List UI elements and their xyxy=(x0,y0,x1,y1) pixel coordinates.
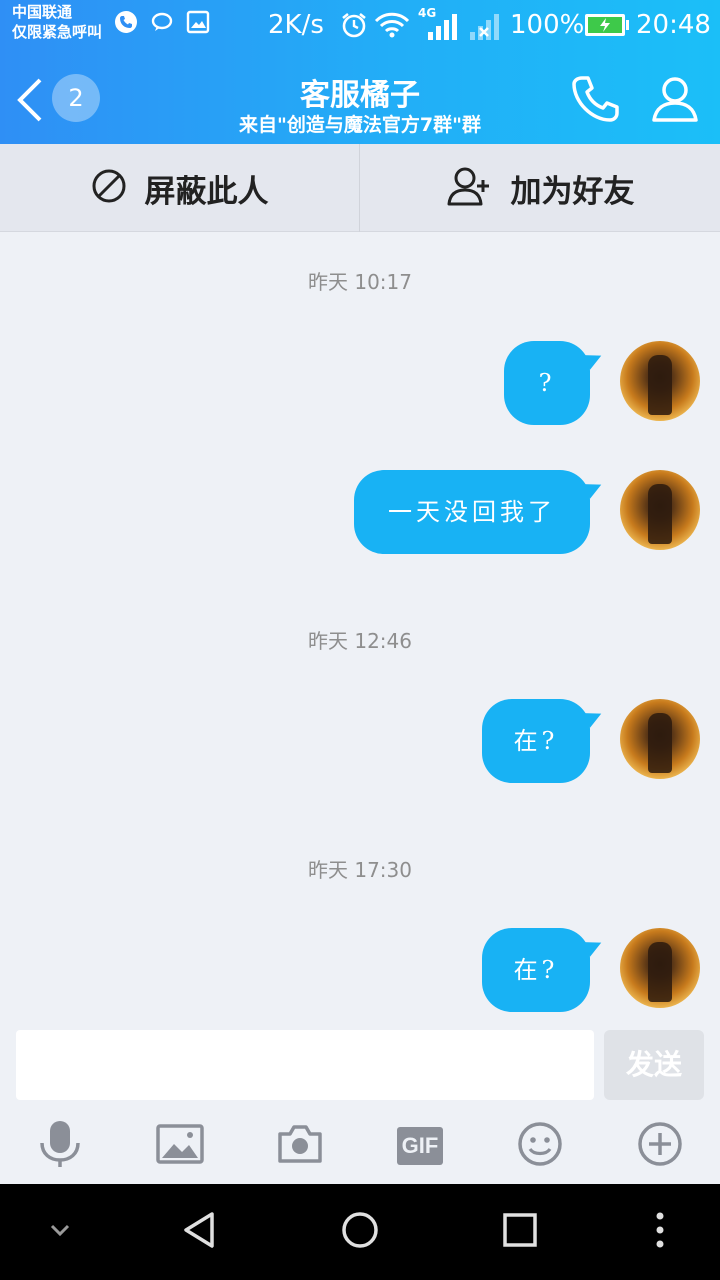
person-icon xyxy=(648,77,702,130)
emoji-icon xyxy=(517,1121,563,1171)
chat-notification-icon xyxy=(150,10,174,38)
nav-recents-button[interactable] xyxy=(496,1208,544,1256)
block-user-label: 屏蔽此人 xyxy=(144,173,269,210)
chat-area[interactable]: 昨天 10:17 ? 一天没回我了 昨天 12:46 在? 昨天 17:30 在… xyxy=(0,232,720,1026)
chevron-down-icon xyxy=(48,1222,72,1242)
block-icon xyxy=(91,168,127,208)
clock: 20:48 xyxy=(636,10,711,40)
status-bar: 中国联通 仅限紧急呼叫 2K/s 4G 100% 20:48 xyxy=(0,0,720,50)
timestamp: 昨天 12:46 xyxy=(308,629,412,653)
phone-notification-icon xyxy=(114,10,138,38)
gif-button[interactable]: GIF xyxy=(390,1118,450,1174)
header: 中国联通 仅限紧急呼叫 2K/s 4G 100% 20:48 2 客服橘子 来自… xyxy=(0,0,720,144)
wifi-icon xyxy=(374,12,410,42)
camera-icon xyxy=(276,1124,324,1168)
block-user-button[interactable]: 屏蔽此人 xyxy=(0,144,359,232)
message-bubble[interactable]: ? xyxy=(504,341,590,425)
profile-button[interactable] xyxy=(648,72,702,126)
input-row: 发送 xyxy=(0,1026,720,1110)
avatar[interactable] xyxy=(620,928,700,1008)
battery-percent: 100% xyxy=(510,10,585,40)
back-arrow-icon xyxy=(14,76,46,128)
add-friend-label: 加为好友 xyxy=(510,173,635,210)
voice-button[interactable] xyxy=(30,1118,90,1174)
back-button[interactable]: 2 xyxy=(14,72,104,128)
page-title: 客服橘子 xyxy=(300,78,420,113)
gallery-notification-icon xyxy=(186,10,210,38)
signal-icon xyxy=(426,12,460,44)
avatar[interactable] xyxy=(620,470,700,550)
input-toolbar: GIF xyxy=(0,1110,720,1184)
more-options-button[interactable] xyxy=(630,1118,690,1174)
title-bar: 2 客服橘子 来自"创造与魔法官方7群"群 xyxy=(0,50,720,144)
carrier-info: 中国联通 仅限紧急呼叫 xyxy=(12,2,102,42)
nav-menu-button[interactable] xyxy=(636,1208,684,1256)
avatar[interactable] xyxy=(620,699,700,779)
message-bubble[interactable]: 一天没回我了 xyxy=(354,470,590,554)
nav-home-button[interactable] xyxy=(336,1208,384,1256)
carrier-status: 仅限紧急呼叫 xyxy=(12,23,103,41)
plus-icon xyxy=(637,1121,683,1171)
action-bar: 屏蔽此人 加为好友 xyxy=(0,144,720,232)
timestamp: 昨天 17:30 xyxy=(308,858,412,882)
more-dots-icon xyxy=(654,1210,666,1254)
avatar[interactable] xyxy=(620,341,700,421)
phone-icon xyxy=(568,76,622,130)
page-subtitle: 来自"创造与魔法官方7群"群 xyxy=(238,114,482,136)
message-bubble[interactable]: 在? xyxy=(482,928,590,1012)
camera-button[interactable] xyxy=(270,1118,330,1174)
emoji-button[interactable] xyxy=(510,1118,570,1174)
message-bubble[interactable]: 在? xyxy=(482,699,590,783)
microphone-icon xyxy=(38,1119,82,1173)
send-button[interactable]: 发送 xyxy=(604,1030,704,1100)
image-icon xyxy=(156,1124,204,1168)
signal-no-service-icon xyxy=(468,12,502,44)
call-button[interactable] xyxy=(568,72,622,126)
network-speed: 2K/s xyxy=(268,10,324,40)
gif-icon: GIF xyxy=(397,1127,443,1165)
timestamp: 昨天 10:17 xyxy=(308,270,412,294)
message-input[interactable] xyxy=(16,1030,594,1100)
system-navigation-bar xyxy=(0,1184,720,1280)
battery-icon xyxy=(584,13,630,41)
nav-back-button[interactable] xyxy=(176,1208,224,1256)
back-triangle-icon xyxy=(180,1210,220,1254)
unread-count-badge: 2 xyxy=(52,74,100,122)
add-friend-button[interactable]: 加为好友 xyxy=(361,144,720,232)
alarm-icon xyxy=(340,11,368,43)
add-person-icon xyxy=(447,166,493,210)
recents-square-icon xyxy=(502,1212,538,1252)
carrier-name: 中国联通 xyxy=(12,3,73,21)
hide-nav-button[interactable] xyxy=(36,1208,84,1256)
photo-button[interactable] xyxy=(150,1118,210,1174)
home-circle-icon xyxy=(340,1210,380,1254)
divider xyxy=(359,144,360,232)
